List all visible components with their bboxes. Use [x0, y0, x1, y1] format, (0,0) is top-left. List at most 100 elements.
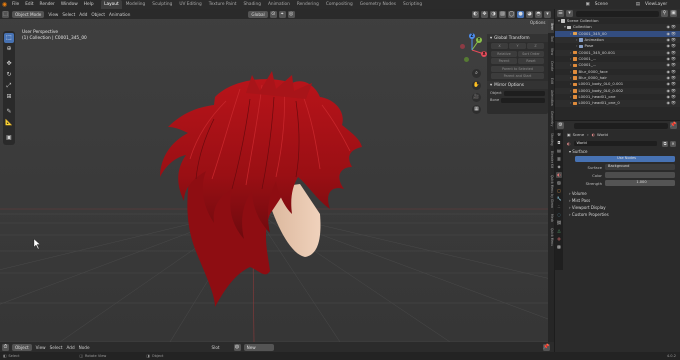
properties-editor-icon[interactable]: ⚙: [557, 122, 564, 129]
shading-options-icon[interactable]: ▾: [544, 10, 551, 18]
outliner-search-input[interactable]: [576, 10, 659, 17]
annotate-tool-icon[interactable]: ✎: [4, 107, 14, 117]
visibility-icon[interactable]: ◐: [472, 10, 479, 18]
workspace-tab-scripting[interactable]: Scripting: [400, 0, 426, 9]
rotate-tool-icon[interactable]: ↻: [4, 70, 14, 80]
axis-y-button[interactable]: Y: [509, 43, 526, 50]
material-sphere-icon[interactable]: ◍: [233, 343, 241, 351]
sidebar-tab-item[interactable]: Item: [548, 20, 554, 34]
sidebar-tab-shading[interactable]: Shading: [548, 130, 554, 149]
view-layer-selector[interactable]: ViewLayer: [642, 0, 680, 9]
view-layer-tab-icon[interactable]: ▥: [556, 156, 562, 162]
particles-tab-icon[interactable]: ∴: [556, 204, 562, 210]
expand-arrow-icon[interactable]: ›: [570, 88, 572, 93]
blender-logo-icon[interactable]: ◉: [0, 0, 9, 9]
editor-type-icon[interactable]: ⬚: [2, 10, 9, 18]
parent-and-start-button[interactable]: Parent and Start: [491, 72, 544, 79]
workspace-tab-texture-paint[interactable]: Texture Paint: [205, 0, 240, 9]
menu-file[interactable]: File: [9, 0, 22, 9]
expand-arrow-icon[interactable]: ▾: [564, 24, 566, 29]
proportional-edit-icon[interactable]: ◎: [287, 10, 295, 18]
object-field[interactable]: [503, 90, 545, 96]
slot-label[interactable]: Slot: [212, 345, 220, 350]
viewport-display-section-header[interactable]: › Viewport Display: [565, 204, 680, 211]
parent-button[interactable]: Parent: [491, 58, 517, 65]
new-collection-icon[interactable]: ▣: [670, 10, 677, 17]
expand-arrow-icon[interactable]: ›: [570, 75, 572, 80]
output-tab-icon[interactable]: ▤: [556, 148, 562, 154]
cursor-tool-icon[interactable]: ⊕: [4, 44, 14, 54]
object-tab-icon[interactable]: ▢: [556, 188, 562, 194]
render-visibility-icon[interactable]: ◉: [667, 100, 671, 106]
camera-view-icon[interactable]: 🎥: [472, 93, 481, 102]
footer-mode-selector[interactable]: Object: [12, 343, 32, 351]
expand-arrow-icon[interactable]: ›: [570, 50, 572, 55]
expand-arrow-icon[interactable]: ›: [570, 94, 572, 99]
properties-search-input[interactable]: [574, 122, 668, 129]
reset-button[interactable]: Reset: [518, 58, 544, 65]
editor-type-icon[interactable]: ⏱: [2, 343, 9, 351]
axis-x-button[interactable]: X: [491, 43, 508, 50]
gizmo-y-icon[interactable]: Y: [476, 37, 482, 43]
select-box-tool-icon[interactable]: ⬚: [4, 33, 14, 43]
outliner-editor-icon[interactable]: ☰: [557, 10, 564, 17]
sidebar-tab-quick-menu[interactable]: Quick Menu: [548, 225, 554, 249]
world-tab-icon[interactable]: ◐: [556, 172, 562, 178]
sort-order-button[interactable]: Sort Order: [518, 50, 544, 57]
workspace-tab-geometry-nodes[interactable]: Geometry Nodes: [356, 0, 399, 9]
scene-tab-icon[interactable]: ◈: [556, 164, 562, 170]
menu-help[interactable]: Help: [81, 0, 97, 9]
menu-object[interactable]: Object: [91, 12, 105, 17]
outliner-row[interactable]: › L0001_head01_one_0 ◉ 👁: [555, 100, 680, 107]
tool-tab-icon[interactable]: ⚒: [556, 132, 562, 138]
new-material-button[interactable]: New: [243, 343, 274, 351]
sidebar-tab-animation[interactable]: Animation: [548, 87, 554, 109]
pan-hand-icon[interactable]: ✋: [472, 81, 481, 90]
pin-icon[interactable]: 📌: [670, 122, 677, 129]
footer-menu-view[interactable]: View: [36, 345, 46, 350]
expand-arrow-icon[interactable]: ›: [576, 37, 578, 42]
mist-pass-section-header[interactable]: › Mist Pass: [565, 197, 680, 204]
workspace-tab-shading[interactable]: Shading: [240, 0, 264, 9]
transform-orientation-selector[interactable]: Global: [248, 10, 268, 18]
constraints-tab-icon[interactable]: ⛓: [556, 220, 562, 226]
sidebar-tab-blenderkit[interactable]: Blender Kit: [548, 148, 554, 171]
perspective-grid-icon[interactable]: ▦: [472, 105, 481, 114]
menu-view[interactable]: View: [48, 12, 58, 17]
workspace-tab-sculpting[interactable]: Sculpting: [149, 0, 176, 9]
overlays-icon[interactable]: ◑: [490, 10, 497, 18]
footer-menu-node[interactable]: Node: [79, 345, 90, 350]
menu-select[interactable]: Select: [62, 12, 75, 17]
scale-tool-icon[interactable]: ⤢: [4, 81, 14, 91]
volume-section-header[interactable]: › Volume: [565, 190, 680, 197]
gizmo-z-icon[interactable]: Z: [469, 33, 475, 39]
navigation-gizmo[interactable]: X Y Z: [455, 33, 489, 67]
sidebar-tab-view[interactable]: View: [548, 45, 554, 58]
transform-tool-icon[interactable]: ⊞: [4, 92, 14, 102]
expand-arrow-icon[interactable]: ›: [570, 31, 572, 36]
workspace-tab-animation[interactable]: Animation: [264, 0, 293, 9]
workspace-tab-modeling[interactable]: Modeling: [122, 0, 149, 9]
color-swatch[interactable]: [605, 172, 675, 178]
sidebar-tab-quick-menu-glenn[interactable]: Quick Menu by Glenn: [548, 172, 554, 211]
shading-solid-icon[interactable]: ●: [517, 10, 524, 18]
shading-wireframe-icon[interactable]: ◯: [508, 10, 515, 18]
texture-tab-icon[interactable]: ▩: [556, 244, 562, 250]
workspace-tab-compositing[interactable]: Compositing: [322, 0, 356, 9]
surface-section-header[interactable]: ▾ Surface: [565, 148, 680, 155]
custom-properties-section-header[interactable]: › Custom Properties: [565, 211, 680, 218]
shading-material-icon[interactable]: ◕: [526, 10, 533, 18]
render-tab-icon[interactable]: ◘: [556, 140, 562, 146]
relative-button[interactable]: Relative: [491, 50, 517, 57]
mode-selector[interactable]: Object Mode: [12, 10, 45, 18]
sidebar-tab-geometry[interactable]: Geometry: [548, 108, 554, 129]
workspace-tab-layout[interactable]: Layout: [100, 0, 123, 9]
menu-animation[interactable]: Animation: [109, 12, 130, 17]
surface-selector[interactable]: Background: [605, 164, 675, 170]
workspace-tab-rendering[interactable]: Rendering: [293, 0, 322, 9]
global-transform-header[interactable]: ▾ Global Transform: [487, 34, 548, 42]
axis-z-button[interactable]: Z: [527, 43, 544, 50]
sidebar-tab-edit[interactable]: Edit: [548, 75, 554, 87]
modifier-tab-icon[interactable]: 🔧: [556, 196, 562, 202]
filter-icon[interactable]: ⚲: [661, 10, 668, 17]
